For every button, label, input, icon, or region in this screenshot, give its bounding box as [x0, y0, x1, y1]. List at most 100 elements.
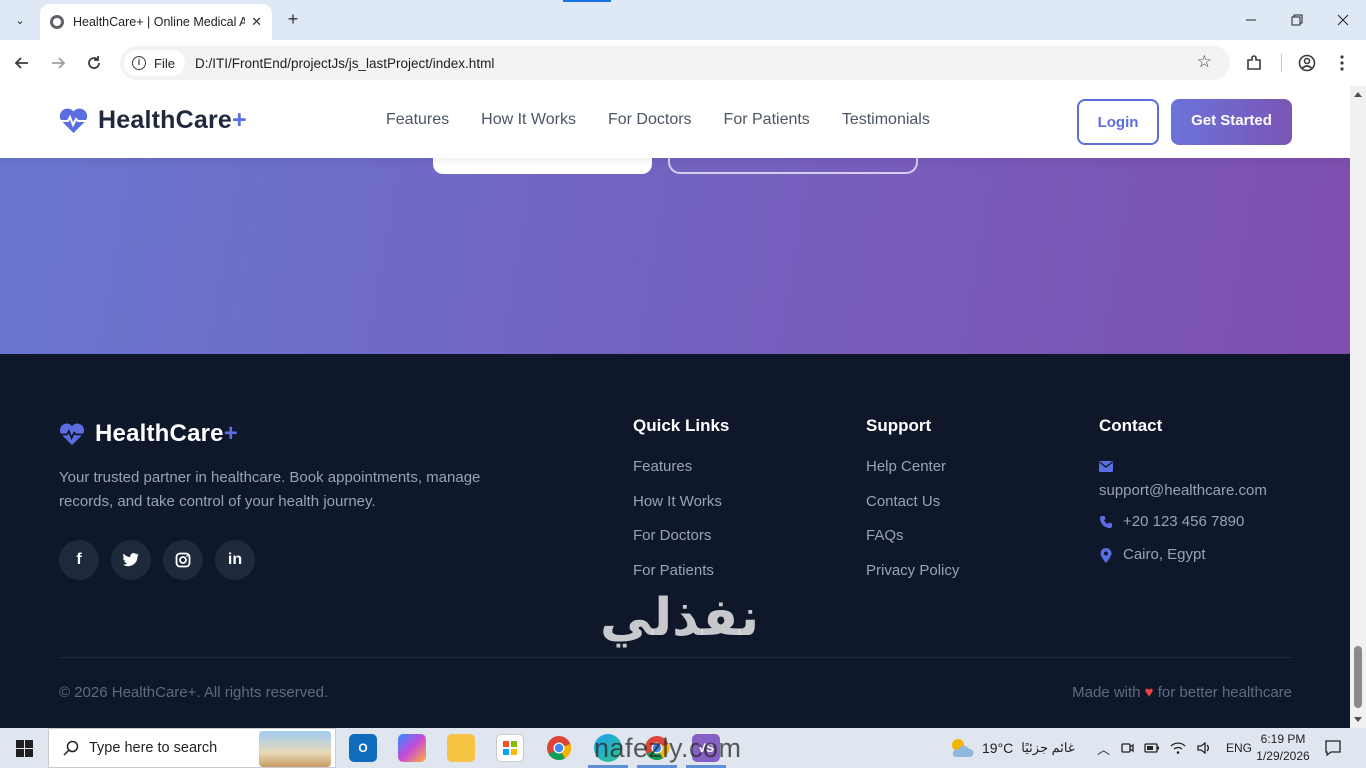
restore-icon: [1291, 14, 1303, 26]
footer-contact: Contact support@healthcare.com +20 123 4…: [1099, 416, 1267, 563]
contact-title: Contact: [1099, 416, 1163, 435]
chrome-icon[interactable]: [545, 734, 573, 762]
social-links: f in: [59, 540, 255, 580]
site-info-label: File: [154, 55, 175, 71]
wifi-icon[interactable]: [1170, 741, 1186, 755]
outlook-icon[interactable]: O: [349, 734, 377, 762]
footer-link-how-it-works[interactable]: How It Works: [633, 493, 729, 528]
linkedin-icon[interactable]: in: [215, 540, 255, 580]
reload-icon: [88, 56, 100, 69]
footer-link-privacy-policy[interactable]: Privacy Policy: [866, 562, 959, 597]
contact-phone[interactable]: +20 123 456 7890: [1099, 513, 1267, 530]
footer-link-help-center[interactable]: Help Center: [866, 458, 959, 493]
heartbeat-icon: [59, 108, 88, 133]
weather-widget[interactable]: 19°C غائم جزئيًا: [948, 728, 1075, 768]
scroll-down-arrow-icon[interactable]: [1354, 717, 1362, 722]
chevron-up-icon[interactable]: ︿: [1097, 739, 1110, 758]
search-placeholder: Type here to search: [89, 740, 218, 756]
page-scrollbar[interactable]: [1350, 86, 1366, 728]
weather-text: غائم جزئيًا: [1021, 740, 1075, 755]
globe-icon: [50, 15, 64, 29]
notification-icon[interactable]: [1324, 739, 1342, 761]
nav-link-how-it-works[interactable]: How It Works: [481, 111, 576, 129]
extensions-icon[interactable]: [1243, 52, 1265, 74]
nav-link-for-patients[interactable]: For Patients: [724, 111, 810, 129]
footer-divider: [59, 657, 1292, 658]
contact-location-text: Cairo, Egypt: [1123, 546, 1206, 563]
taskbar-search[interactable]: Type here to search: [48, 728, 336, 768]
search-icon: [63, 740, 79, 756]
taskbar-clock[interactable]: 6:19 PM 1/29/2026: [1248, 731, 1318, 765]
contact-email[interactable]: support@healthcare.com: [1099, 456, 1267, 502]
site-info-chip[interactable]: i File: [124, 50, 185, 76]
footer-description: Your trusted partner in healthcare. Book…: [59, 469, 481, 510]
battery-icon[interactable]: [1144, 742, 1160, 754]
restore-button[interactable]: [1282, 8, 1312, 32]
contact-phone-text: +20 123 456 7890: [1123, 513, 1245, 530]
clock-date: 1/29/2026: [1256, 749, 1310, 763]
footer-link-contact-us[interactable]: Contact Us: [866, 493, 959, 528]
url-text[interactable]: D:/ITI/FrontEnd/projectJs/js_lastProject…: [195, 56, 494, 71]
star-icon[interactable]: ☆: [1197, 52, 1212, 72]
footer-link-features[interactable]: Features: [633, 458, 729, 493]
minimize-button[interactable]: [1236, 8, 1266, 32]
map-pin-icon: [1100, 548, 1112, 563]
heartbeat-icon: [59, 423, 85, 445]
browser-toolbar: i File D:/ITI/FrontEnd/projectJs/js_last…: [0, 40, 1366, 86]
more-icon[interactable]: [1331, 52, 1353, 74]
tab-title: HealthCare+ | Online Medical A: [73, 15, 245, 29]
address-bar[interactable]: i File D:/ITI/FrontEnd/projectJs/js_last…: [120, 46, 1230, 80]
site-logo[interactable]: HealthCare+: [59, 106, 247, 135]
forward-button[interactable]: [46, 51, 70, 75]
scroll-up-arrow-icon[interactable]: [1354, 92, 1362, 97]
file-explorer-icon[interactable]: [447, 734, 475, 762]
tab-search-menu-button[interactable]: ⌄: [8, 8, 32, 32]
back-button[interactable]: [10, 51, 34, 75]
nav-link-for-doctors[interactable]: For Doctors: [608, 111, 692, 129]
nav-link-features[interactable]: Features: [386, 111, 449, 129]
contact-location: Cairo, Egypt: [1099, 546, 1267, 563]
store-icon[interactable]: [496, 734, 524, 762]
footer-quick-links: Quick Links Features How It Works For Do…: [633, 416, 729, 597]
search-highlight-image: [259, 731, 331, 767]
site-footer: HealthCare+ Your trusted partner in heal…: [0, 354, 1350, 728]
heart-icon: ♥: [1144, 684, 1154, 701]
login-button[interactable]: Login: [1077, 99, 1159, 145]
windows-logo-icon: [15, 739, 33, 757]
clock-time: 6:19 PM: [1260, 732, 1306, 746]
footer-support: Support Help Center Contact Us FAQs Priv…: [866, 416, 959, 597]
browser-tab-active[interactable]: HealthCare+ | Online Medical A ✕: [40, 4, 272, 40]
watermark-latin: nafezly.com: [594, 733, 742, 763]
scrollbar-thumb[interactable]: [1354, 646, 1362, 708]
minimize-icon: [1246, 19, 1256, 21]
nav-link-testimonials[interactable]: Testimonials: [842, 111, 930, 129]
facebook-icon[interactable]: f: [59, 540, 99, 580]
support-title: Support: [866, 416, 932, 435]
info-icon: i: [132, 56, 146, 70]
phone-icon: [1100, 516, 1112, 528]
back-icon: [14, 57, 28, 69]
close-window-button[interactable]: [1328, 8, 1358, 32]
meet-now-icon[interactable]: [1120, 741, 1134, 755]
copilot-icon[interactable]: [398, 734, 426, 762]
watermark-arabic: نفذلي: [600, 588, 760, 648]
new-tab-button[interactable]: +: [282, 8, 304, 30]
instagram-icon[interactable]: [163, 540, 203, 580]
footer-brand-name: HealthCare+: [95, 420, 238, 447]
partly-cloudy-icon: [952, 739, 974, 757]
get-started-button[interactable]: Get Started: [1171, 99, 1292, 145]
footer-link-faqs[interactable]: FAQs: [866, 527, 959, 562]
tab-close-icon[interactable]: ✕: [251, 15, 262, 30]
quick-links-title: Quick Links: [633, 416, 730, 435]
reload-button[interactable]: [82, 51, 106, 75]
footer-link-for-doctors[interactable]: For Doctors: [633, 527, 729, 562]
profile-icon[interactable]: [1296, 52, 1318, 74]
start-button[interactable]: [0, 728, 48, 768]
forward-icon: [52, 57, 66, 69]
close-icon: [1337, 14, 1349, 26]
footer-logo[interactable]: HealthCare+: [59, 420, 238, 448]
twitter-icon[interactable]: [111, 540, 151, 580]
made-with-text: Made with ♥ for better healthcare: [1072, 684, 1292, 701]
copyright-text: © 2026 HealthCare+. All rights reserved.: [59, 684, 329, 701]
volume-icon[interactable]: [1196, 741, 1212, 755]
